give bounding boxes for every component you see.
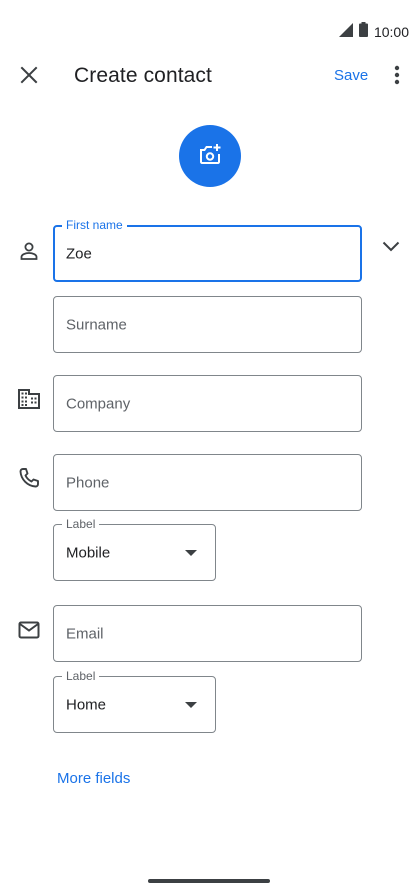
- phone-icon: [16, 465, 42, 491]
- app-bar: Create contact Save: [0, 62, 419, 92]
- phone-label-dropdown[interactable]: Label Mobile: [53, 517, 216, 581]
- signal-icon: [338, 22, 353, 42]
- surname-placeholder: Surname: [66, 316, 127, 333]
- first-name-label: First name: [62, 218, 127, 232]
- battery-icon: [358, 22, 368, 42]
- email-icon: [16, 617, 42, 643]
- dropdown-arrow-icon: [185, 701, 197, 708]
- add-photo-button[interactable]: [179, 125, 241, 187]
- save-button[interactable]: Save: [334, 67, 368, 84]
- dropdown-arrow-icon: [185, 549, 197, 556]
- close-button[interactable]: [16, 64, 42, 90]
- surname-field[interactable]: Surname: [53, 296, 362, 353]
- status-icons: 10:00: [338, 22, 409, 42]
- email-placeholder: Email: [66, 625, 104, 642]
- add-photo-icon: [197, 142, 223, 171]
- expand-name-button[interactable]: [378, 237, 404, 259]
- email-label-value: Home: [66, 696, 107, 713]
- close-icon: [20, 66, 38, 89]
- phone-label-value: Mobile: [66, 544, 111, 561]
- page-title: Create contact: [74, 64, 212, 87]
- company-placeholder: Company: [66, 395, 131, 412]
- email-label-caption: Label: [62, 669, 100, 683]
- person-icon: [16, 238, 42, 264]
- company-field[interactable]: Company: [53, 375, 362, 432]
- home-indicator[interactable]: [148, 879, 270, 883]
- phone-field[interactable]: Phone: [53, 454, 362, 511]
- first-name-field[interactable]: First name Zoe: [53, 218, 362, 282]
- status-time: 10:00: [373, 24, 409, 40]
- business-icon: [16, 386, 42, 412]
- more-fields-button[interactable]: More fields: [57, 770, 130, 787]
- status-bar: 10:00: [0, 0, 419, 62]
- more-options-button[interactable]: [386, 64, 408, 90]
- first-name-value: Zoe: [66, 245, 92, 262]
- email-field[interactable]: Email: [53, 605, 362, 662]
- chevron-down-icon: [382, 239, 400, 257]
- more-vert-icon: [394, 65, 400, 90]
- phone-placeholder: Phone: [66, 474, 110, 491]
- email-label-dropdown[interactable]: Label Home: [53, 669, 216, 733]
- phone-label-caption: Label: [62, 517, 100, 531]
